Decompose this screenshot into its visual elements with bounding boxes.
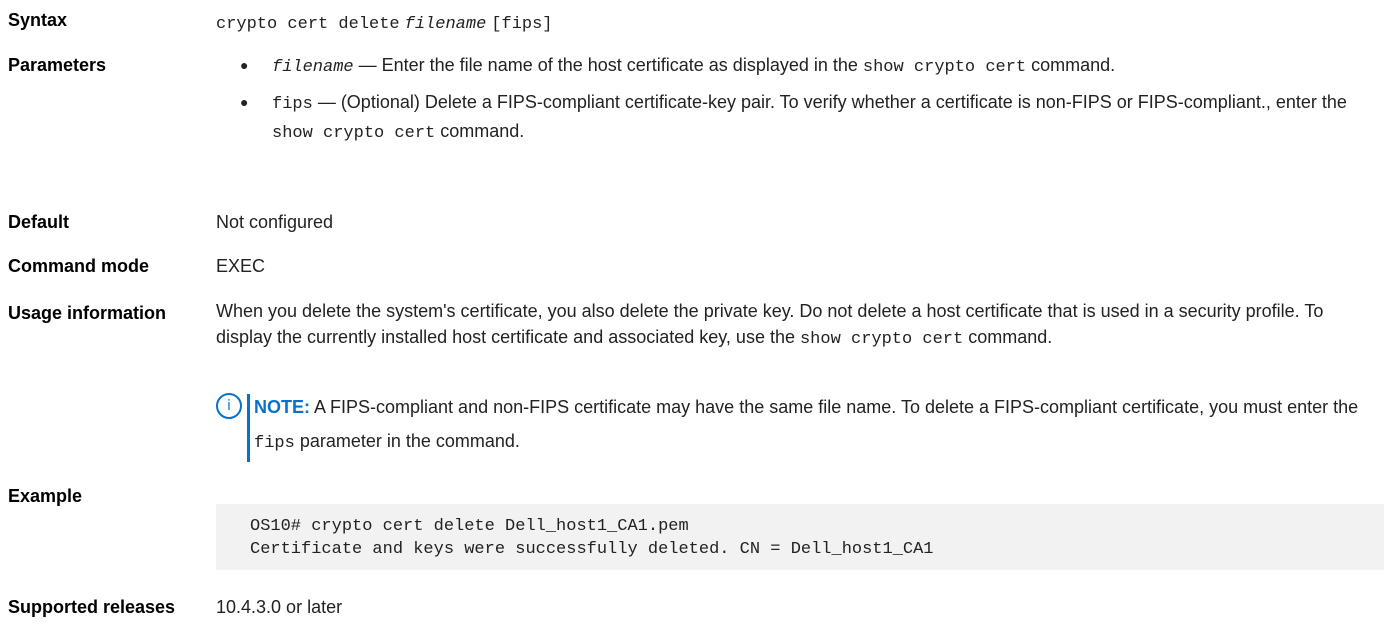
example-label: Example (8, 486, 83, 506)
example-code-block: OS10# crypto cert delete Dell_host1_CA1.… (216, 504, 1384, 570)
parameter-desc: — Enter the file name of the host certif… (353, 55, 863, 75)
usage-code: show crypto cert (799, 330, 964, 349)
parameter-name: fips (272, 95, 313, 114)
bullet-icon: ● (240, 94, 249, 110)
note-code: fips (254, 434, 295, 453)
supported-releases-label: Supported releases (8, 597, 176, 617)
parameter-item: ● fips — (Optional) Delete a FIPS-compli… (240, 89, 1360, 147)
example-code: OS10# crypto cert delete Dell_host1_CA1.… (250, 517, 934, 559)
parameter-desc-end: command. (435, 121, 525, 141)
note-bar (247, 394, 250, 462)
parameter-item: ● filename — Enter the file name of the … (240, 52, 1360, 81)
note-text-end: parameter in the command. (294, 431, 520, 451)
info-icon: i (216, 393, 242, 419)
note-text-start: A FIPS-compliant and non-FIPS certificat… (310, 397, 1359, 417)
parameters-label: Parameters (8, 55, 107, 75)
supported-releases-value: 10.4.3.0 or later (216, 597, 343, 617)
default-value: Not configured (216, 212, 334, 232)
syntax-label: Syntax (8, 10, 68, 30)
usage-label: Usage information (8, 303, 167, 323)
usage-text-start: When you delete the system's certificate… (216, 301, 1324, 347)
default-label: Default (8, 212, 70, 232)
note-title: NOTE: (254, 397, 310, 417)
parameter-name: filename (272, 58, 354, 77)
parameter-desc-end: command. (1026, 55, 1116, 75)
syntax-arg: filename (404, 15, 487, 34)
command-mode-value: EXEC (216, 256, 266, 276)
usage-text-end: command. (963, 327, 1053, 347)
syntax-value: crypto cert delete filename [fips] (216, 9, 553, 38)
usage-text: When you delete the system's certificate… (216, 298, 1376, 353)
note-text: NOTE: A FIPS-compliant and non-FIPS cert… (254, 390, 1374, 461)
parameter-desc: — (Optional) Delete a FIPS-compliant cer… (312, 92, 1347, 112)
syntax-option: [fips] (491, 15, 553, 34)
parameter-code: show crypto cert (272, 124, 436, 143)
parameters-list: ● filename — Enter the file name of the … (240, 52, 1360, 155)
syntax-command: crypto cert delete (216, 15, 400, 34)
bullet-icon: ● (240, 57, 249, 73)
command-mode-label: Command mode (8, 256, 150, 276)
parameter-code: show crypto cert (862, 58, 1027, 77)
